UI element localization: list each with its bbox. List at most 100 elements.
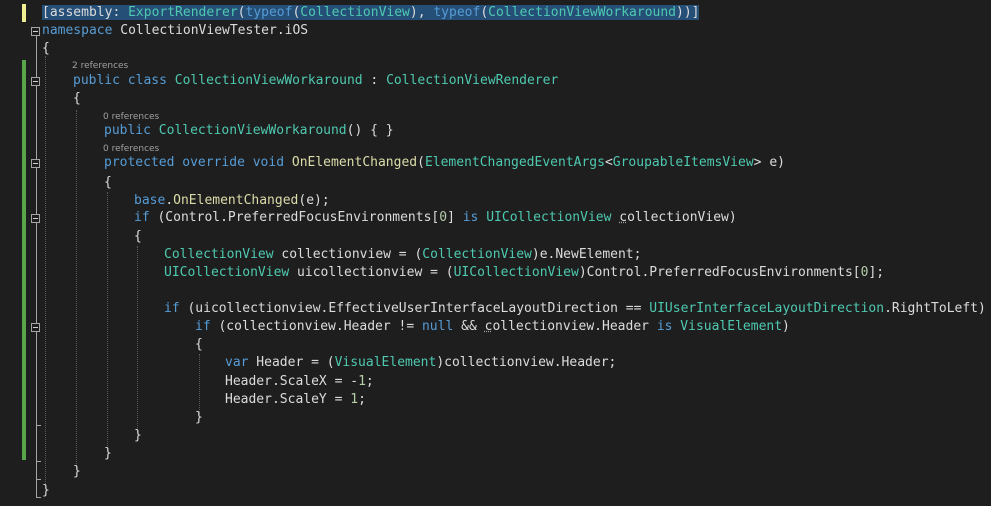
code-token: GroupableItemsView bbox=[612, 155, 754, 170]
code-token: UICollectionView bbox=[164, 265, 290, 280]
code-token: if bbox=[164, 301, 180, 316]
code-token: { bbox=[104, 175, 112, 190]
code-token: namespace bbox=[42, 23, 113, 38]
code-token: base bbox=[134, 193, 166, 208]
code-token: ))] bbox=[676, 5, 700, 20]
code-token: && bbox=[453, 319, 485, 334]
code-line-method-signature[interactable]: protected override void OnElementChanged… bbox=[104, 154, 785, 172]
code-line-brace[interactable]: { bbox=[42, 40, 50, 58]
code-line-scalex[interactable]: Header.ScaleX = -1; bbox=[225, 373, 374, 391]
outline-end-tick bbox=[36, 461, 41, 462]
code-token: } bbox=[195, 410, 203, 425]
code-token: null bbox=[421, 319, 454, 334]
code-token: is bbox=[462, 210, 479, 225]
code-line-var-header[interactable]: var Header = (VisualElement)collectionvi… bbox=[225, 354, 616, 372]
code-line-brace[interactable]: { bbox=[134, 228, 142, 246]
code-token: } bbox=[134, 428, 142, 443]
code-token: VisualElement bbox=[680, 319, 783, 334]
code-token: typeof bbox=[433, 5, 481, 20]
code-line-brace[interactable]: } bbox=[195, 409, 203, 427]
code-line-if-pattern[interactable]: if (Control.PreferredFocusEnvironments[0… bbox=[134, 209, 737, 227]
collapse-method-icon[interactable] bbox=[31, 159, 40, 168]
code-line-brace[interactable]: } bbox=[104, 445, 112, 463]
codelens-class-references[interactable]: 2 references bbox=[72, 60, 128, 72]
code-token: UICollectionView bbox=[453, 265, 579, 280]
code-token: ] bbox=[447, 210, 463, 225]
code-token: 0 bbox=[439, 210, 448, 225]
code-line-brace[interactable]: } bbox=[134, 427, 142, 445]
code-line-class-declaration[interactable]: public class CollectionViewWorkaround : … bbox=[73, 72, 558, 90]
code-token: )e.NewElement; bbox=[531, 247, 642, 262]
indent-guide bbox=[107, 192, 108, 450]
code-line-brace[interactable]: } bbox=[42, 482, 50, 500]
code-token: () { } bbox=[346, 123, 394, 138]
code-token: CollectionViewTester.iOS bbox=[112, 23, 309, 38]
code-line-brace[interactable]: { bbox=[195, 336, 203, 354]
outline-end-tick bbox=[36, 497, 41, 498]
code-token: (e); bbox=[298, 193, 330, 208]
outline-line bbox=[36, 36, 37, 498]
code-line-base-call[interactable]: base.OnElementChanged(e); bbox=[134, 192, 330, 210]
code-token: .RightToLeft) bbox=[884, 301, 986, 316]
code-token: OnElementChanged bbox=[173, 193, 299, 208]
code-token: )collectionview.Header; bbox=[436, 355, 617, 370]
code-line-namespace[interactable]: namespace CollectionViewTester.iOS bbox=[42, 22, 308, 40]
code-token: : bbox=[362, 73, 387, 88]
code-token: 1 bbox=[358, 374, 366, 389]
code-token: ; bbox=[365, 374, 374, 389]
code-line-brace[interactable]: } bbox=[73, 463, 81, 481]
indent-guide bbox=[137, 246, 138, 432]
code-line-if-header[interactable]: if (collectionview.Header != null && col… bbox=[195, 318, 790, 336]
outline-end-tick bbox=[36, 425, 41, 426]
code-token: )Control.PreferredFocusEnvironments[ bbox=[578, 265, 861, 280]
code-token: (uicollectionview.EffectiveUserInterface… bbox=[179, 301, 650, 316]
code-token: public bbox=[104, 123, 151, 138]
code-token: ( bbox=[417, 155, 425, 170]
code-token: Header = ( bbox=[248, 355, 335, 370]
code-token: OnElementChanged bbox=[291, 155, 418, 170]
indent-guide bbox=[76, 110, 77, 468]
code-line-brace[interactable]: { bbox=[104, 174, 112, 192]
collapse-if-icon[interactable] bbox=[31, 214, 40, 223]
code-line-scaley[interactable]: Header.ScaleY = 1; bbox=[225, 391, 366, 409]
code-token: (collectionview.Header != bbox=[210, 319, 422, 334]
code-token: c bbox=[619, 210, 628, 225]
outline-end-tick bbox=[36, 479, 41, 480]
collapse-namespace-icon[interactable] bbox=[31, 27, 40, 36]
code-token: CollectionViewWorkaround bbox=[158, 123, 347, 138]
code-line-uicollectionview-declaration[interactable]: UICollectionView uicollectionview = (UIC… bbox=[164, 264, 884, 282]
code-token: var bbox=[225, 355, 249, 370]
code-token: protected bbox=[104, 155, 175, 170]
code-token: [assembly: bbox=[42, 5, 129, 20]
code-token: ( bbox=[237, 5, 246, 20]
code-line-if-direction[interactable]: if (uicollectionview.EffectiveUserInterf… bbox=[164, 300, 986, 318]
code-token: CollectionView bbox=[164, 247, 274, 262]
code-token: ( bbox=[480, 5, 489, 20]
code-token: { bbox=[42, 41, 50, 56]
code-line-brace[interactable]: { bbox=[73, 90, 81, 108]
collapse-class-icon[interactable] bbox=[31, 77, 40, 86]
code-token: typeof bbox=[245, 5, 293, 20]
code-token: . bbox=[165, 193, 174, 208]
code-token: ExportRenderer bbox=[128, 5, 238, 20]
code-token: class bbox=[127, 73, 167, 88]
code-token: CollectionViewWorkaround bbox=[488, 5, 676, 20]
code-token: } bbox=[42, 483, 50, 498]
code-line-constructor[interactable]: public CollectionViewWorkaround() { } bbox=[104, 122, 394, 140]
code-token: uicollectionview = ( bbox=[289, 265, 454, 280]
code-token: < bbox=[604, 155, 613, 170]
code-token: ), bbox=[409, 5, 434, 20]
code-token: CollectionView bbox=[300, 5, 410, 20]
code-line-assembly-attribute[interactable]: [assembly: ExportRenderer(typeof(Collect… bbox=[42, 4, 700, 22]
code-token: { bbox=[134, 229, 142, 244]
code-token: ; bbox=[358, 392, 366, 407]
code-token: VisualElement bbox=[334, 355, 437, 370]
code-token: { bbox=[195, 337, 203, 352]
code-token: ]; bbox=[868, 265, 885, 280]
code-line-collectionview-declaration[interactable]: CollectionView collectionview = (Collect… bbox=[164, 246, 641, 264]
collapse-inner-if-icon[interactable] bbox=[31, 323, 40, 332]
